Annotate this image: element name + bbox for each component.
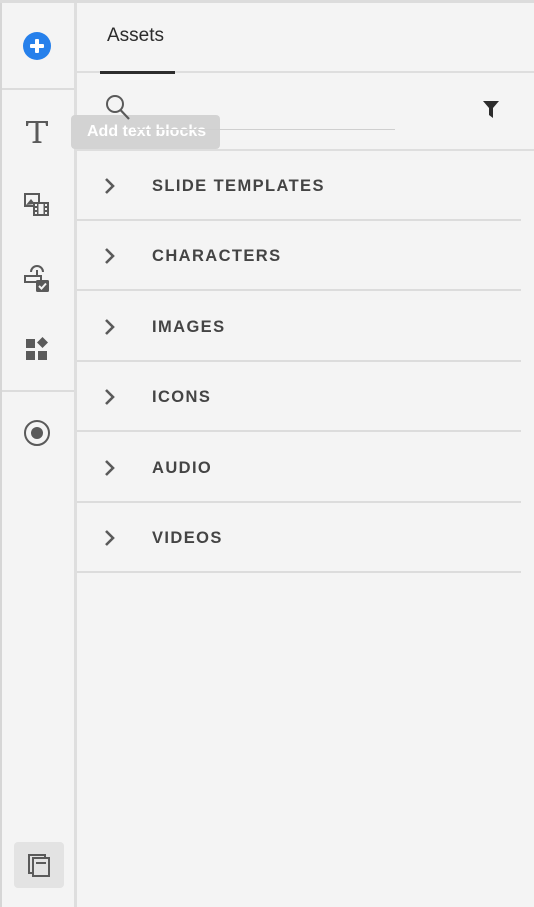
text-icon	[26, 121, 48, 143]
rail-separator	[2, 88, 74, 90]
add-button[interactable]	[16, 25, 58, 67]
media-icon	[24, 193, 49, 216]
chevron-right-icon	[105, 319, 115, 335]
plus-circle-icon	[23, 32, 51, 60]
section-label: SLIDE TEMPLATES	[152, 177, 325, 195]
tab-assets[interactable]: Assets	[107, 25, 164, 47]
chevron-right-icon	[105, 530, 115, 546]
section-label: ICONS	[152, 388, 212, 406]
search-icon	[106, 95, 130, 120]
section-images[interactable]: IMAGES	[77, 292, 521, 362]
pages-button[interactable]	[14, 842, 64, 888]
section-icons[interactable]: ICONS	[77, 362, 521, 432]
widgets-icon	[26, 337, 48, 360]
filter-icon[interactable]	[482, 100, 500, 120]
pages-icon	[28, 854, 50, 877]
section-label: AUDIO	[152, 459, 213, 477]
tab-active-indicator	[100, 71, 175, 74]
search-input[interactable]	[135, 99, 395, 130]
section-label: IMAGES	[152, 318, 226, 336]
section-videos[interactable]: VIDEOS	[77, 503, 521, 573]
assets-panel: Assets SLIDE TEMPLATES CHARACTERS IMAGES…	[77, 3, 534, 907]
section-audio[interactable]: AUDIO	[77, 433, 521, 503]
chevron-right-icon	[105, 389, 115, 405]
record-icon	[24, 420, 50, 446]
record-button[interactable]	[16, 412, 58, 454]
section-characters[interactable]: CHARACTERS	[77, 221, 521, 291]
chevron-right-icon	[105, 178, 115, 194]
widgets-button[interactable]	[16, 328, 58, 370]
interactions-button[interactable]	[16, 258, 58, 300]
chevron-right-icon	[105, 460, 115, 476]
chevron-right-icon	[105, 248, 115, 264]
section-label: CHARACTERS	[152, 247, 282, 265]
section-slide-templates[interactable]: SLIDE TEMPLATES	[77, 151, 521, 221]
rail-separator	[2, 390, 74, 392]
interaction-icon	[24, 265, 49, 292]
media-button[interactable]	[16, 184, 58, 226]
section-label: VIDEOS	[152, 529, 223, 547]
add-text-button[interactable]	[16, 111, 58, 153]
